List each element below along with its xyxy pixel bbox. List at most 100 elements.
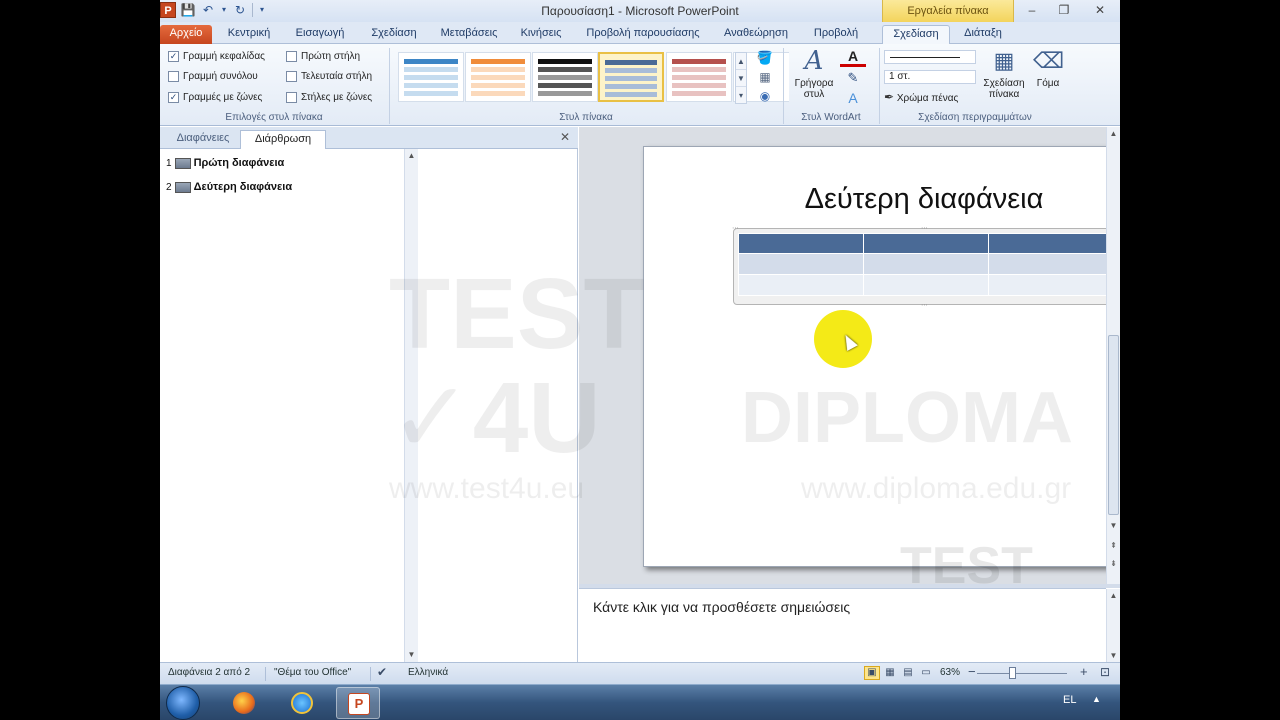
spell-check-icon[interactable]: ✔ (377, 665, 387, 679)
previous-slide-icon[interactable]: ⇞ (1107, 539, 1120, 553)
effects-icon[interactable]: ◉ (752, 89, 778, 103)
language-indicator[interactable]: Ελληνικά (408, 667, 448, 678)
text-fill-icon[interactable]: A (840, 48, 866, 67)
pen-color-button[interactable]: ✒ Χρώμα πένας (884, 90, 980, 106)
theme-name[interactable]: "Θέμα του Office" (274, 667, 351, 678)
gallery-up-arrow-icon[interactable]: ▲ (736, 53, 746, 70)
slide-title[interactable]: Δεύτερη διαφάνεια (644, 183, 1120, 216)
status-separator (265, 667, 266, 681)
fit-to-window-icon[interactable]: ⊡ (1100, 665, 1110, 679)
eraser-button[interactable]: ⌫ Γόμα (1032, 48, 1064, 89)
next-slide-icon[interactable]: ⇟ (1107, 557, 1120, 571)
scroll-up-icon[interactable]: ▲ (405, 149, 418, 163)
text-effects-icon[interactable]: A (840, 90, 866, 106)
scroll-down-icon[interactable]: ▼ (405, 648, 418, 662)
slide-sorter-icon[interactable]: ▦ (882, 666, 898, 680)
outline-item[interactable]: 2 Δεύτερη διαφάνεια (166, 181, 292, 193)
resize-handle[interactable]: ⋯ (732, 224, 739, 232)
close-pane-icon[interactable]: ✕ (560, 130, 570, 144)
tab-file[interactable]: Αρχείο (160, 25, 212, 44)
zoom-level[interactable]: 63% (940, 667, 960, 678)
reading-view-icon[interactable]: ▤ (900, 666, 916, 680)
notes-pane[interactable]: Κάντε κλικ για να προσθέσετε σημειώσεις … (579, 588, 1120, 663)
notes-scrollbar[interactable]: ▲ ▼ (1106, 589, 1120, 663)
table-cell[interactable] (738, 274, 864, 296)
header-row-checkbox[interactable]: ✓ Γραμμή κεφαλίδας (168, 51, 265, 62)
zoom-out-icon[interactable]: − (968, 664, 976, 679)
zoom-slider-track[interactable] (977, 673, 1067, 674)
slide-table-frame[interactable]: ⋯ ⋯ ⋯ ⋯ (732, 225, 1120, 309)
resize-handle[interactable]: ⋯ (921, 301, 928, 309)
resize-handle[interactable]: ⋯ (921, 224, 928, 232)
tab-animations[interactable]: Κινήσεις (512, 25, 570, 44)
tab-review[interactable]: Αναθεώρηση (716, 25, 796, 44)
normal-view-icon[interactable]: ▣ (864, 666, 880, 680)
text-outline-icon[interactable]: ✎ (840, 70, 866, 86)
checkbox-icon (286, 51, 297, 62)
notes-placeholder[interactable]: Κάντε κλικ για να προσθέσετε σημειώσεις (593, 599, 850, 615)
shading-icon[interactable]: 🪣 (752, 50, 778, 66)
scroll-down-icon[interactable]: ▼ (1107, 519, 1120, 533)
table-cell[interactable] (988, 253, 1114, 275)
banded-rows-checkbox[interactable]: ✓ Γραμμές με ζώνες (168, 92, 262, 103)
close-button[interactable]: ✕ (1080, 0, 1120, 20)
tray-language[interactable]: EL (1063, 694, 1076, 706)
tab-insert[interactable]: Εισαγωγή (286, 25, 354, 44)
tab-home[interactable]: Κεντρική (220, 25, 278, 44)
table-cell[interactable] (988, 233, 1114, 254)
last-column-checkbox[interactable]: Τελευταία στήλη (286, 71, 372, 82)
table-style-blue-selected[interactable] (598, 52, 664, 102)
tab-outline[interactable]: Διάρθρωση (240, 130, 326, 149)
gallery-down-arrow-icon[interactable]: ▼ (736, 70, 746, 87)
draw-table-button[interactable]: ▦ Σχεδίαση πίνακα (978, 48, 1030, 100)
quick-styles-button[interactable]: A Γρήγορα στυλ (788, 48, 840, 100)
ie-taskbar-button[interactable] (280, 687, 324, 719)
firefox-taskbar-button[interactable] (222, 687, 266, 719)
table-style-orange[interactable] (465, 52, 531, 102)
tab-view[interactable]: Προβολή (804, 25, 868, 44)
scroll-up-icon[interactable]: ▲ (1107, 589, 1120, 603)
outline-item[interactable]: 1 Πρώτη διαφάνεια (166, 157, 284, 169)
zoom-in-icon[interactable]: + (1080, 664, 1088, 679)
tab-table-layout[interactable]: Διάταξη (952, 25, 1014, 44)
slideshow-view-icon[interactable]: ▭ (918, 666, 934, 680)
tray-expand-icon[interactable]: ▲ (1092, 694, 1101, 704)
table-cell[interactable] (738, 253, 864, 275)
scroll-down-icon[interactable]: ▼ (1107, 649, 1120, 663)
table-style-dark[interactable] (532, 52, 598, 102)
borders-icon[interactable]: ▦ (752, 70, 778, 84)
outline-scrollbar[interactable]: ▲ ▼ (404, 149, 418, 662)
outline-item-number: 2 (166, 181, 172, 193)
pen-color-label: Χρώμα πένας (896, 93, 959, 104)
pen-style-dropdown[interactable] (884, 50, 976, 64)
table-cell[interactable] (988, 274, 1114, 296)
table-cell[interactable] (863, 274, 989, 296)
zoom-slider-thumb[interactable] (1009, 667, 1016, 679)
gallery-more-icon[interactable]: ▾ (736, 87, 746, 104)
banded-columns-checkbox[interactable]: Στήλες με ζώνες (286, 92, 372, 103)
scroll-up-icon[interactable]: ▲ (1107, 127, 1120, 141)
scroll-thumb[interactable] (1108, 335, 1119, 515)
tab-design[interactable]: Σχεδίαση (362, 25, 426, 44)
pen-weight-dropdown[interactable]: 1 στ. (884, 70, 976, 84)
minimize-button[interactable]: – (1016, 0, 1048, 20)
table-cell[interactable] (863, 253, 989, 275)
slide-scrollbar[interactable]: ▲ ▼ ⇞ ⇟ (1106, 127, 1120, 584)
powerpoint-taskbar-button[interactable]: P (336, 687, 380, 719)
slide-table[interactable] (738, 233, 1114, 296)
tab-slides[interactable]: Διαφάνειες (168, 130, 238, 149)
table-style-blue-outline[interactable] (398, 52, 464, 102)
tab-slideshow[interactable]: Προβολή παρουσίασης (578, 25, 708, 44)
restore-button[interactable]: ❐ (1048, 0, 1080, 20)
tab-table-design[interactable]: Σχεδίαση (882, 25, 950, 44)
table-cell[interactable] (863, 233, 989, 254)
total-row-checkbox[interactable]: Γραμμή συνόλου (168, 71, 258, 82)
table-style-red[interactable] (666, 52, 732, 102)
slide-canvas[interactable]: Δεύτερη διαφάνεια ⋯ ⋯ ⋯ ⋯ (643, 146, 1120, 567)
title-bar: P 💾 ↶ ▾ ↻ ▾ Παρουσίαση1 - Microsoft Powe… (160, 0, 1120, 22)
start-button-icon[interactable] (166, 686, 200, 720)
table-cell[interactable] (738, 233, 864, 254)
first-column-checkbox[interactable]: Πρώτη στήλη (286, 51, 360, 62)
tab-transitions[interactable]: Μεταβάσεις (434, 25, 504, 44)
gallery-scroll[interactable]: ▲ ▼ ▾ (735, 52, 747, 104)
